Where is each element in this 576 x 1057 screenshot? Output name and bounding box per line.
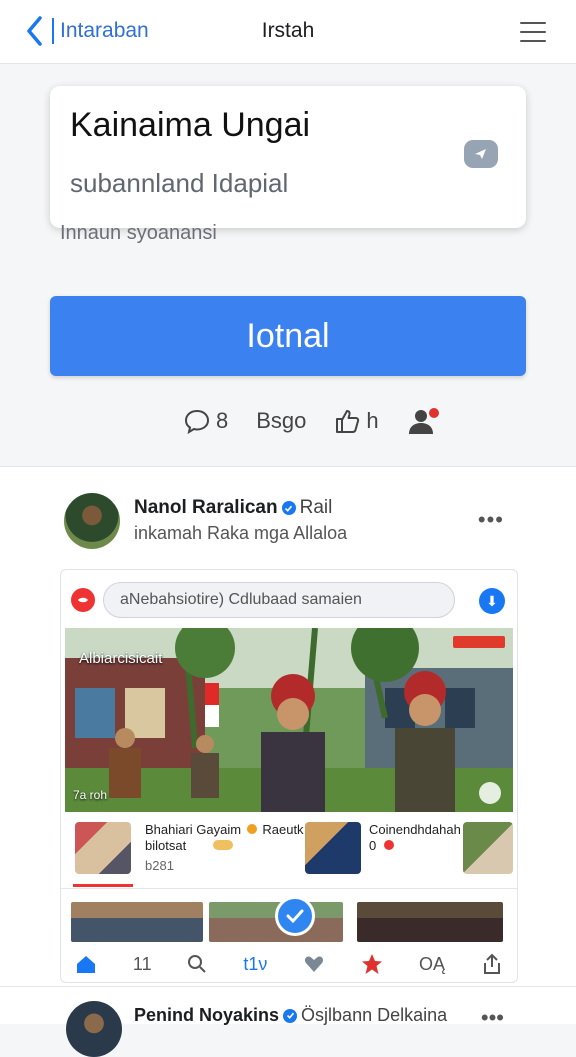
page-title: Irstah — [261, 19, 315, 42]
star-icon — [362, 954, 383, 974]
people-stat[interactable] — [407, 406, 441, 436]
check-icon — [286, 909, 304, 924]
related-text-1[interactable]: Bhahiari Gayaim Raeutk — [145, 822, 304, 838]
photo-badge-icon[interactable] — [479, 782, 501, 804]
composer-subheading: subannland Idapial — [70, 168, 289, 198]
verified-badge-icon — [281, 501, 296, 515]
author-name-row[interactable]: Nanol Raralican Rail — [134, 497, 332, 519]
bookmark-action[interactable]: OĄ — [419, 954, 445, 975]
likes-count: h — [366, 408, 379, 433]
shares-stat[interactable]: Bsgo — [256, 408, 306, 434]
related-thumb-2[interactable] — [305, 822, 361, 874]
post-actions: 11 t1ν OĄ — [61, 946, 517, 982]
related-text-3: b281 — [145, 858, 174, 873]
author-name-row-2[interactable]: Penind Noyakins Ösjlbann Delkaina — [134, 1005, 447, 1026]
edit-chip-icon[interactable] — [464, 140, 498, 168]
composer-hint: Innaun syoanansi — [60, 222, 217, 244]
orange-dot-icon — [246, 824, 257, 834]
post-subtitle: inkamah Raka mga Allaloa — [134, 523, 348, 543]
bookmark-label: OĄ — [419, 953, 446, 974]
related-text-4[interactable]: Coinendhdahah — [369, 822, 461, 838]
comments-count: 8 — [216, 408, 229, 433]
embed-separator — [61, 888, 517, 889]
verified-badge-icon-2 — [283, 1008, 298, 1023]
active-tab-indicator — [73, 884, 133, 887]
star-action[interactable] — [361, 953, 383, 975]
comment-bubble-icon — [184, 409, 210, 434]
retweet-action[interactable]: 11 — [133, 954, 152, 975]
author-tag: Rail — [299, 497, 333, 518]
primary-action-button[interactable]: Iotnal — [50, 296, 526, 376]
search-action[interactable] — [187, 954, 207, 974]
home-action[interactable] — [75, 954, 97, 974]
gallery-thumb-3[interactable] — [357, 902, 503, 942]
person-notification-icon — [408, 408, 439, 434]
related-text-2: bilotsat — [145, 838, 187, 853]
thumbs-up-icon — [336, 410, 360, 433]
author-tag-2: Ösjlbann Delkaina — [301, 1005, 448, 1025]
embed-search-row: aNebahsiotire) Cdlubaad samaien ⬇ — [71, 582, 507, 618]
related-text-5: 0 — [369, 838, 394, 854]
share-action[interactable] — [481, 953, 503, 975]
shares-label: Bsgo — [256, 408, 307, 433]
composer-section: Kainaima Ungai subannland Idapial Innaun… — [0, 64, 576, 464]
search-icon — [188, 955, 207, 973]
composer-heading: Kainaima Ungai — [70, 106, 311, 144]
related-thumb-3[interactable] — [463, 822, 513, 874]
author-name: Nanol Raralican — [134, 497, 278, 518]
stats-row: 8 Bsgo h — [184, 406, 441, 436]
author-name-2: Penind Noyakins — [134, 1005, 280, 1025]
heart-action[interactable] — [303, 954, 325, 974]
comments-stat[interactable]: 8 — [184, 408, 228, 434]
hamburger-menu-icon[interactable] — [520, 22, 546, 42]
related-thumb-1[interactable] — [75, 822, 131, 874]
repost-label: t1ν — [243, 953, 268, 974]
author-avatar-2[interactable] — [66, 1001, 122, 1057]
related-text-1a: Bhahiari Gayaim — [145, 822, 242, 837]
retweet-count: 11 — [132, 953, 152, 974]
author-avatar[interactable] — [64, 493, 120, 549]
related-thumbs: Bhahiari Gayaim Raeutk bilotsat b281 Coi… — [73, 822, 513, 878]
more-options-icon-2[interactable]: ••• — [481, 1005, 504, 1031]
photo-caption-bottom: 7a roh — [73, 788, 108, 802]
home-icon — [77, 956, 95, 973]
more-options-icon[interactable]: ••• — [478, 507, 504, 533]
emoji-badge-icon — [213, 840, 233, 850]
heart-icon — [305, 956, 324, 972]
embed-search-field[interactable]: aNebahsiotire) Cdlubaad samaien — [103, 582, 455, 618]
related-text-1b: Raeutk — [262, 822, 304, 837]
related-text-5a: 0 — [369, 838, 377, 853]
composer-card[interactable]: Kainaima Ungai subannland Idapial — [50, 86, 526, 228]
red-dot-icon — [383, 840, 394, 850]
feed-post: Nanol Raralican Rail inkamah Raka mga Al… — [0, 466, 576, 986]
feed-post-2: Penind Noyakins Ösjlbann Delkaina ••• — [0, 986, 576, 1057]
embedded-card[interactable]: aNebahsiotire) Cdlubaad samaien ⬇ Albiar… — [60, 569, 518, 983]
app-logo-icon — [71, 588, 95, 612]
post-photo[interactable]: Albiarcisicait 7a roh — [65, 628, 513, 812]
top-bar: Intaraban Irstah — [0, 0, 576, 64]
likes-stat[interactable]: h — [334, 408, 379, 434]
repost-action[interactable]: t1ν — [243, 954, 267, 975]
embed-action-icon[interactable]: ⬇ — [479, 588, 505, 614]
share-icon — [483, 953, 500, 974]
photo-caption-top: Albiarcisicait — [79, 650, 163, 667]
check-button[interactable] — [275, 896, 315, 936]
photo-tag — [453, 636, 505, 648]
gallery-thumb-1[interactable] — [71, 902, 203, 942]
